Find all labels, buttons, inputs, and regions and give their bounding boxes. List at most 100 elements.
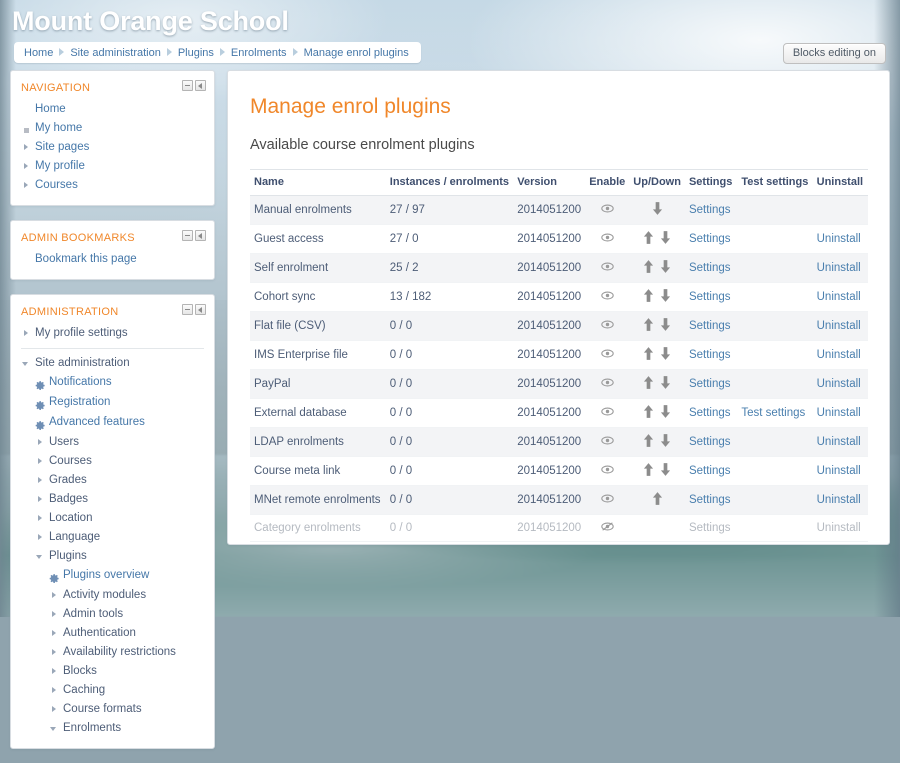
admin-item-label[interactable]: Blocks [63, 664, 97, 679]
settings-link[interactable]: Settings [689, 262, 731, 274]
updown-cell[interactable] [629, 486, 685, 515]
updown-cell[interactable] [629, 457, 685, 486]
settings-link[interactable]: Settings [689, 233, 731, 245]
move-up-icon[interactable] [643, 405, 654, 421]
move-up-icon[interactable] [643, 376, 654, 392]
move-up-icon[interactable] [643, 347, 654, 363]
eye-icon[interactable] [601, 232, 614, 246]
updown-cell[interactable] [629, 196, 685, 225]
settings-cell[interactable]: Settings [685, 225, 737, 254]
updown-cell[interactable] [629, 399, 685, 428]
uninstall-link[interactable]: Uninstall [817, 233, 861, 245]
settings-cell[interactable]: Settings [685, 370, 737, 399]
chevron-right-icon[interactable] [52, 592, 56, 598]
uninstall-link[interactable]: Uninstall [817, 407, 861, 419]
chevron-down-icon[interactable] [50, 727, 56, 731]
breadcrumb-item-site-administration[interactable]: Site administration [70, 47, 161, 59]
enable-cell[interactable] [585, 254, 629, 283]
chevron-down-icon[interactable] [36, 555, 42, 559]
updown-cell[interactable] [629, 225, 685, 254]
chevron-right-icon[interactable] [24, 144, 28, 150]
uninstall-link[interactable]: Uninstall [817, 291, 861, 303]
uninstall-link[interactable]: Uninstall [817, 436, 861, 448]
admin-item-plugins[interactable]: Plugins [21, 547, 204, 566]
settings-cell[interactable]: Settings [685, 457, 737, 486]
move-up-icon[interactable] [643, 434, 654, 450]
nav-item-courses[interactable]: Courses [21, 176, 204, 195]
admin-item-label[interactable]: Enrolments [63, 721, 121, 736]
uninstall-link[interactable]: Uninstall [817, 465, 861, 477]
updown-cell[interactable] [629, 254, 685, 283]
move-down-icon[interactable] [660, 405, 671, 421]
nav-item-site-pages[interactable]: Site pages [21, 138, 204, 157]
settings-cell[interactable]: Settings [685, 399, 737, 428]
uninstall-cell[interactable]: Uninstall [813, 312, 868, 341]
admin-item-label[interactable]: Availability restrictions [63, 645, 176, 660]
move-up-icon[interactable] [643, 231, 654, 247]
admin-item-label[interactable]: Plugins [49, 549, 87, 564]
admin-item-advanced-features[interactable]: Advanced features [21, 413, 204, 433]
settings-link[interactable]: Settings [689, 291, 731, 303]
chevron-right-icon[interactable] [24, 330, 28, 336]
settings-cell[interactable]: Settings [685, 341, 737, 370]
uninstall-link[interactable]: Uninstall [817, 320, 861, 332]
admin-item-label[interactable]: Admin tools [63, 607, 123, 622]
admin-item-label[interactable]: Advanced features [49, 415, 145, 430]
eye-icon[interactable] [601, 348, 614, 362]
admin-item-caching[interactable]: Caching [21, 681, 204, 700]
enable-cell[interactable] [585, 283, 629, 312]
uninstall-cell[interactable]: Uninstall [813, 515, 868, 542]
enable-cell[interactable] [585, 428, 629, 457]
uninstall-cell[interactable]: Uninstall [813, 254, 868, 283]
updown-cell[interactable] [629, 341, 685, 370]
admin-item-location[interactable]: Location [21, 509, 204, 528]
chevron-right-icon[interactable] [38, 534, 42, 540]
nav-item-label[interactable]: My home [35, 121, 82, 136]
uninstall-cell[interactable]: Uninstall [813, 399, 868, 428]
eye-slash-icon[interactable] [601, 521, 614, 535]
admin-item-label[interactable]: Activity modules [63, 588, 146, 603]
settings-link[interactable]: Settings [689, 436, 731, 448]
move-up-icon[interactable] [643, 260, 654, 276]
settings-link[interactable]: Settings [689, 204, 731, 216]
admin-item-availability-restrictions[interactable]: Availability restrictions [21, 643, 204, 662]
nav-item-my-home[interactable]: My home [21, 119, 204, 138]
admin-item-label[interactable]: Registration [49, 395, 110, 410]
uninstall-link[interactable]: Uninstall [817, 378, 861, 390]
minimize-icon[interactable] [182, 80, 193, 91]
admin-item-registration[interactable]: Registration [21, 393, 204, 413]
blocks-editing-toggle-button[interactable]: Blocks editing on [783, 43, 886, 64]
chevron-right-icon[interactable] [24, 182, 28, 188]
move-down-icon[interactable] [660, 376, 671, 392]
uninstall-cell[interactable]: Uninstall [813, 457, 868, 486]
settings-link[interactable]: Settings [689, 494, 731, 506]
bookmark-this-page-item[interactable]: Bookmark this page [21, 250, 204, 269]
admin-item-label[interactable]: Caching [63, 683, 105, 698]
test-settings-link[interactable]: Test settings [741, 407, 805, 419]
admin-item-label[interactable]: Grades [49, 473, 87, 488]
eye-icon[interactable] [601, 319, 614, 333]
admin-item-courses[interactable]: Courses [21, 452, 204, 471]
uninstall-cell[interactable]: Uninstall [813, 283, 868, 312]
nav-item-label[interactable]: Site pages [35, 140, 89, 155]
nav-item-label[interactable]: My profile [35, 159, 85, 174]
move-down-icon[interactable] [660, 289, 671, 305]
eye-icon[interactable] [601, 290, 614, 304]
enable-cell[interactable] [585, 399, 629, 428]
chevron-right-icon[interactable] [24, 163, 28, 169]
admin-item-label[interactable]: Language [49, 530, 100, 545]
chevron-right-icon[interactable] [52, 649, 56, 655]
bookmark-this-page-link[interactable]: Bookmark this page [35, 252, 137, 267]
uninstall-cell[interactable]: Uninstall [813, 486, 868, 515]
settings-link[interactable]: Settings [689, 465, 731, 477]
settings-cell[interactable]: Settings [685, 312, 737, 341]
admin-item-label[interactable]: Plugins overview [63, 568, 149, 583]
move-down-icon[interactable] [660, 231, 671, 247]
uninstall-link[interactable]: Uninstall [817, 349, 861, 361]
admin-item-label[interactable]: Course formats [63, 702, 142, 717]
settings-link[interactable]: Settings [689, 522, 731, 534]
eye-icon[interactable] [601, 377, 614, 391]
move-down-icon[interactable] [660, 463, 671, 479]
move-down-icon[interactable] [660, 318, 671, 334]
admin-item-site-administration[interactable]: Site administration [21, 354, 204, 373]
